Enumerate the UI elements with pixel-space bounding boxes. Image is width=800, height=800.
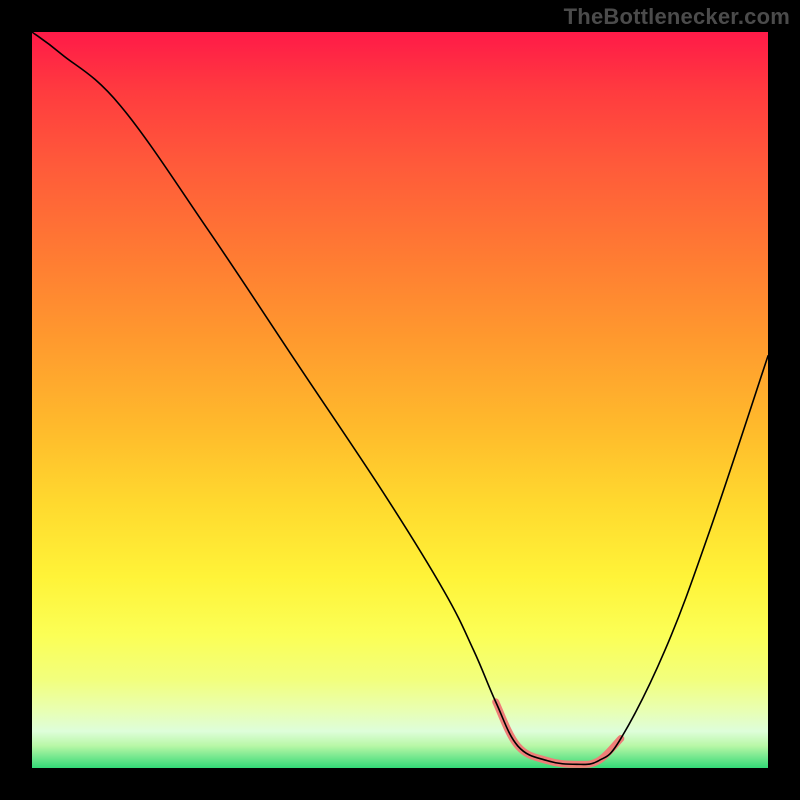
curve-svg [32,32,768,768]
bottleneck-curve [32,32,768,764]
highlight-segment [496,702,621,765]
watermark-label: TheBottlenecker.com [564,4,790,30]
plot-area [32,32,768,768]
chart-frame: TheBottlenecker.com [0,0,800,800]
